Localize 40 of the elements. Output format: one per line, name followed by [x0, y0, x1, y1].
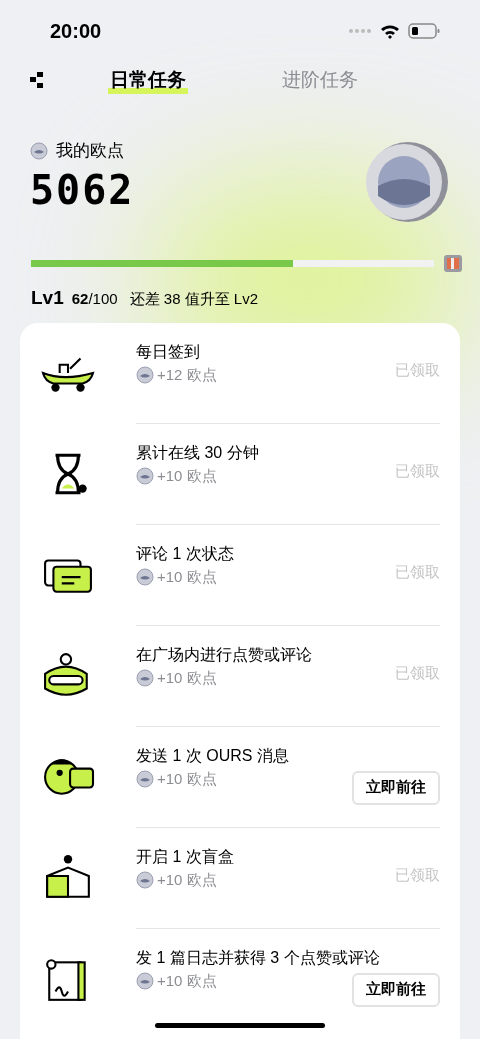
points-value: 5062 — [30, 167, 135, 212]
coin-icon — [136, 971, 154, 990]
task-reward: +10 欧点 — [157, 869, 217, 890]
signal-icon — [348, 28, 372, 34]
battery-icon — [408, 23, 440, 39]
claimed-status: 已领取 — [395, 561, 440, 582]
task-reward: +10 欧点 — [157, 566, 217, 587]
level-name: Lv1 — [31, 286, 64, 310]
level-hint: 还差 38 值升至 Lv2 — [129, 289, 258, 309]
task-reward: +10 欧点 — [157, 465, 217, 486]
status-time: 20:00 — [50, 19, 102, 44]
task-title: 在广场内进行点赞或评论 — [136, 644, 313, 665]
points-label: 我的欧点 — [56, 140, 124, 162]
claimed-status: 已领取 — [395, 864, 440, 885]
task-reward: +10 欧点 — [157, 970, 217, 991]
task-title: 发送 1 次 OURS 消息 — [136, 745, 290, 766]
task-title: 开启 1 次盲盒 — [136, 846, 235, 867]
wifi-icon — [380, 23, 400, 39]
coin-icon — [30, 141, 48, 160]
task-reward: +12 欧点 — [157, 364, 217, 385]
coin-icon — [136, 668, 154, 687]
coin-icon — [136, 365, 154, 384]
task-reward: +10 欧点 — [157, 667, 217, 688]
go-button[interactable]: 立即前往 — [352, 770, 440, 805]
task-title: 每日签到 — [136, 341, 201, 362]
level-progress: 62/100 — [71, 289, 118, 309]
gift-box-icon — [442, 252, 464, 274]
task-title: 累计在线 30 分钟 — [136, 442, 260, 463]
task-title: 发 1 篇日志并获得 3 个点赞或评论 — [136, 947, 381, 968]
coin-icon — [136, 466, 154, 485]
claimed-status: 已领取 — [395, 662, 440, 683]
task-reward: +10 欧点 — [157, 768, 217, 789]
claimed-status: 已领取 — [395, 359, 440, 380]
claimed-status: 已领取 — [395, 460, 440, 481]
coin-icon — [136, 567, 154, 586]
share-icon[interactable] — [30, 72, 44, 88]
task-title: 评论 1 次状态 — [136, 543, 235, 564]
coin-icon — [136, 769, 154, 788]
coin-icon — [136, 870, 154, 889]
go-button[interactable]: 立即前往 — [352, 972, 440, 1007]
